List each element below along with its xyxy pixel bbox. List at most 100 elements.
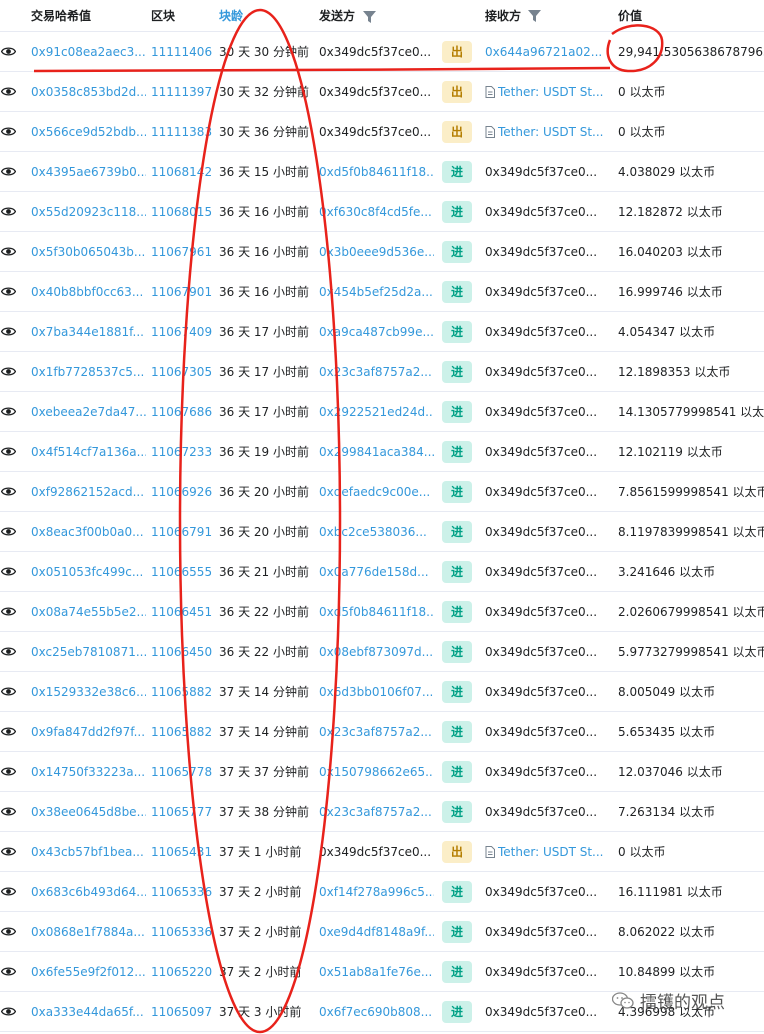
from-address[interactable]: 0xa9ca487cb99e...: [314, 325, 434, 339]
block-link[interactable]: 11111383: [146, 125, 214, 139]
tx-hash-link[interactable]: 0xf92862152acd...: [26, 485, 146, 499]
block-link[interactable]: 11067686: [146, 405, 214, 419]
from-address[interactable]: 0x0a776de158d...: [314, 565, 434, 579]
from-address[interactable]: 0x23c3af8757a2...: [314, 725, 434, 739]
eye-icon[interactable]: [0, 126, 26, 137]
block-link[interactable]: 11065882: [146, 685, 214, 699]
eye-icon[interactable]: [0, 326, 26, 337]
from-address[interactable]: 0xf14f278a996c5...: [314, 885, 434, 899]
tx-hash-link[interactable]: 0x051053fc499c...: [26, 565, 146, 579]
tx-hash-link[interactable]: 0x0358c853bd2d...: [26, 85, 146, 99]
to-address[interactable]: Tether: USDT St...: [498, 125, 604, 139]
tx-hash-link[interactable]: 0x8eac3f00b0a0...: [26, 525, 146, 539]
eye-icon[interactable]: [0, 566, 26, 577]
block-link[interactable]: 11066555: [146, 565, 214, 579]
eye-icon[interactable]: [0, 846, 26, 857]
eye-icon[interactable]: [0, 726, 26, 737]
eye-icon[interactable]: [0, 286, 26, 297]
from-address[interactable]: 0x23c3af8757a2...: [314, 805, 434, 819]
block-link[interactable]: 11066450: [146, 645, 214, 659]
block-link[interactable]: 11065336: [146, 885, 214, 899]
eye-icon[interactable]: [0, 886, 26, 897]
from-address[interactable]: 0x6d3bb0106f07...: [314, 685, 434, 699]
block-link[interactable]: 11067233: [146, 445, 214, 459]
block-link[interactable]: 11066451: [146, 605, 214, 619]
from-address[interactable]: 0x299841aca384...: [314, 445, 434, 459]
eye-icon[interactable]: [0, 86, 26, 97]
tx-hash-link[interactable]: 0x5f30b065043b...: [26, 245, 146, 259]
block-link[interactable]: 11067961: [146, 245, 214, 259]
eye-icon[interactable]: [0, 46, 26, 57]
from-address[interactable]: 0x454b5ef25d2a...: [314, 285, 434, 299]
header-age-sort[interactable]: 块龄: [214, 7, 314, 24]
from-address[interactable]: 0xdefaedc9c00e...: [314, 485, 434, 499]
eye-icon[interactable]: [0, 366, 26, 377]
from-address[interactable]: 0x51ab8a1fe76e...: [314, 965, 434, 979]
from-address[interactable]: 0xd5f0b84611f18...: [314, 165, 434, 179]
block-link[interactable]: 11065431: [146, 845, 214, 859]
eye-icon[interactable]: [0, 766, 26, 777]
tx-hash-link[interactable]: 0x55d20923c118...: [26, 205, 146, 219]
eye-icon[interactable]: [0, 926, 26, 937]
eye-icon[interactable]: [0, 446, 26, 457]
eye-icon[interactable]: [0, 806, 26, 817]
tx-hash-link[interactable]: 0x6fe55e9f2f012...: [26, 965, 146, 979]
from-address[interactable]: 0x6f7ec690b808...: [314, 1005, 434, 1019]
tx-hash-link[interactable]: 0x43cb57bf1bea...: [26, 845, 146, 859]
tx-hash-link[interactable]: 0x9fa847dd2f97f...: [26, 725, 146, 739]
eye-icon[interactable]: [0, 966, 26, 977]
block-link[interactable]: 11065336: [146, 925, 214, 939]
tx-hash-link[interactable]: 0x40b8bbf0cc63...: [26, 285, 146, 299]
tx-hash-link[interactable]: 0x14750f33223a...: [26, 765, 146, 779]
to-address[interactable]: Tether: USDT St...: [498, 85, 604, 99]
block-link[interactable]: 11066791: [146, 525, 214, 539]
block-link[interactable]: 11065778: [146, 765, 214, 779]
from-address[interactable]: 0x23c3af8757a2...: [314, 365, 434, 379]
block-link[interactable]: 11065097: [146, 1005, 214, 1019]
filter-icon[interactable]: [528, 9, 542, 22]
from-address[interactable]: 0xf630c8f4cd5fe...: [314, 205, 434, 219]
tx-hash-link[interactable]: 0x4395ae6739b0...: [26, 165, 146, 179]
eye-icon[interactable]: [0, 166, 26, 177]
block-link[interactable]: 11068142: [146, 165, 214, 179]
block-link[interactable]: 11067409: [146, 325, 214, 339]
from-address[interactable]: 0x08ebf873097d...: [314, 645, 434, 659]
tx-hash-link[interactable]: 0x08a74e55b5e2...: [26, 605, 146, 619]
block-link[interactable]: 11065777: [146, 805, 214, 819]
eye-icon[interactable]: [0, 1006, 26, 1017]
tx-hash-link[interactable]: 0xc25eb7810871...: [26, 645, 146, 659]
from-address[interactable]: 0x150798662e65...: [314, 765, 434, 779]
block-link[interactable]: 11065220: [146, 965, 214, 979]
eye-icon[interactable]: [0, 686, 26, 697]
block-link[interactable]: 11067901: [146, 285, 214, 299]
eye-icon[interactable]: [0, 486, 26, 497]
block-link[interactable]: 11111406: [146, 45, 214, 59]
tx-hash-link[interactable]: 0x38ee0645d8be...: [26, 805, 146, 819]
eye-icon[interactable]: [0, 526, 26, 537]
block-link[interactable]: 11111397: [146, 85, 214, 99]
tx-hash-link[interactable]: 0x7ba344e1881f...: [26, 325, 146, 339]
to-address[interactable]: 0x644a96721a02...: [485, 45, 602, 59]
block-link[interactable]: 11065882: [146, 725, 214, 739]
tx-hash-link[interactable]: 0x4f514cf7a136a...: [26, 445, 146, 459]
eye-icon[interactable]: [0, 206, 26, 217]
filter-icon[interactable]: [363, 10, 377, 23]
eye-icon[interactable]: [0, 646, 26, 657]
eye-icon[interactable]: [0, 246, 26, 257]
tx-hash-link[interactable]: 0xebeea2e7da47...: [26, 405, 146, 419]
block-link[interactable]: 11068015: [146, 205, 214, 219]
tx-hash-link[interactable]: 0xa333e44da65f...: [26, 1005, 146, 1019]
from-address[interactable]: 0x3b0eee9d536e...: [314, 245, 434, 259]
from-address[interactable]: 0xd5f0b84611f18...: [314, 605, 434, 619]
tx-hash-link[interactable]: 0x1529332e38c6...: [26, 685, 146, 699]
tx-hash-link[interactable]: 0x683c6b493d64...: [26, 885, 146, 899]
tx-hash-link[interactable]: 0x566ce9d52bdb...: [26, 125, 146, 139]
from-address[interactable]: 0x2922521ed24d...: [314, 405, 434, 419]
from-address[interactable]: 0xe9d4df8148a9f...: [314, 925, 434, 939]
eye-icon[interactable]: [0, 606, 26, 617]
to-address[interactable]: Tether: USDT St...: [498, 845, 604, 859]
tx-hash-link[interactable]: 0x0868e1f7884a...: [26, 925, 146, 939]
from-address[interactable]: 0xbc2ce538036...: [314, 525, 434, 539]
block-link[interactable]: 11066926: [146, 485, 214, 499]
tx-hash-link[interactable]: 0x91c08ea2aec3...: [26, 45, 146, 59]
